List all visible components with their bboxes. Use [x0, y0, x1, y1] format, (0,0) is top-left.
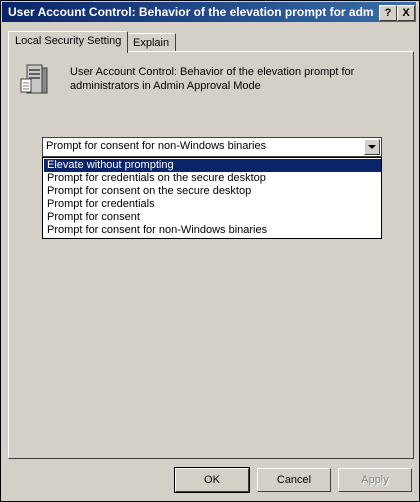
- option-credentials[interactable]: Prompt for credentials: [44, 198, 381, 211]
- cancel-button[interactable]: Cancel: [257, 468, 331, 492]
- policy-title: User Account Control: Behavior of the el…: [70, 66, 355, 92]
- option-consent-secure-desktop[interactable]: Prompt for consent on the secure desktop: [44, 185, 381, 198]
- dropdown-list: Elevate without prompting Prompt for cre…: [42, 157, 382, 239]
- option-credentials-secure-desktop[interactable]: Prompt for credentials on the secure des…: [44, 172, 381, 185]
- apply-button[interactable]: Apply: [338, 468, 412, 492]
- select-value: Prompt for consent for non-Windows binar…: [46, 140, 267, 152]
- tab-explain[interactable]: Explain: [126, 33, 177, 52]
- option-elevate-without-prompting[interactable]: Elevate without prompting: [44, 159, 381, 172]
- option-consent[interactable]: Prompt for consent: [44, 211, 381, 224]
- window-title: User Account Control: Behavior of the el…: [8, 5, 373, 19]
- title-bar[interactable]: User Account Control: Behavior of the el…: [2, 2, 416, 22]
- option-consent-non-windows-binaries[interactable]: Prompt for consent for non-Windows binar…: [44, 224, 381, 237]
- help-button[interactable]: ?: [379, 5, 397, 21]
- tab-local-security-setting[interactable]: Local Security Setting: [8, 31, 129, 53]
- chevron-down-icon[interactable]: [364, 139, 380, 155]
- tab-panel: [8, 51, 414, 459]
- elevation-prompt-select[interactable]: Prompt for consent for non-Windows binar…: [42, 137, 382, 157]
- policy-properties-dialog: User Account Control: Behavior of the el…: [0, 0, 420, 502]
- close-button[interactable]: X: [397, 5, 415, 21]
- ok-button[interactable]: OK: [174, 467, 250, 493]
- server-policy-icon: [20, 64, 48, 94]
